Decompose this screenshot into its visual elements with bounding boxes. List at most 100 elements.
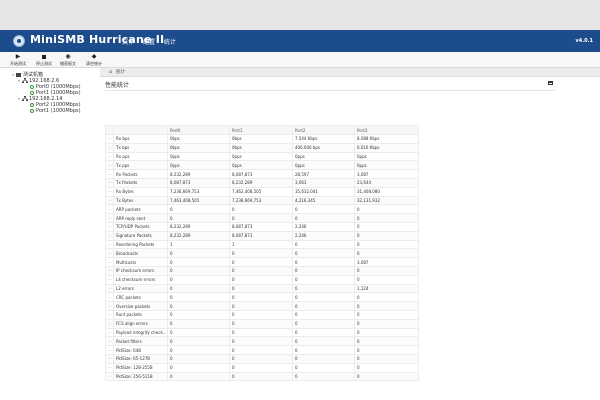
home-icon[interactable]: ⌂ — [109, 69, 112, 75]
row-handle-icon[interactable]: ⋯ — [105, 257, 114, 267]
row-label: Runt packets — [113, 309, 168, 320]
table-row: ⋯ Rx Packets 8,232,289 8,087,873 28,597 3,087 — [105, 169, 419, 179]
table-cell: 0 — [229, 301, 293, 311]
table-cell: 8,087,873 — [229, 221, 293, 232]
table-cell: 0 — [229, 309, 293, 320]
clear-stats-button[interactable]: ◆ 清空统计 — [81, 52, 107, 67]
table-cell: 0 — [354, 336, 419, 347]
logo-icon — [13, 35, 25, 47]
row-label: Tx Packets — [113, 177, 168, 188]
table-row: ⋯ Runt packets 0 0 0 0 — [105, 309, 419, 320]
table-cell: 0 — [354, 213, 419, 223]
column-header[interactable]: Port2 — [292, 125, 355, 135]
stop-test-button[interactable]: 停止测试 — [31, 52, 57, 67]
row-handle-icon[interactable]: ⋯ — [105, 371, 114, 382]
section-title: 性能统计 — [105, 82, 130, 89]
app-window: MiniSMB Hurricane II 文件 配置 统计 v4.0.1 ▶ 开… — [0, 30, 600, 400]
port-status-icon — [30, 90, 34, 95]
row-handle-icon[interactable]: ⋯ — [105, 134, 114, 144]
main-menu: 文件 配置 统计 — [122, 37, 183, 46]
table-cell: 0pps — [292, 151, 355, 162]
breadcrumb-item[interactable]: 统计 — [116, 69, 125, 75]
table-cell: 0 — [229, 345, 293, 355]
row-handle-icon[interactable]: ⋯ — [105, 327, 114, 338]
table-cell: 0 — [229, 353, 293, 364]
row-handle-icon[interactable]: ⋯ — [105, 362, 114, 373]
table-cell: 0 — [292, 248, 355, 259]
row-handle-icon[interactable]: ⋯ — [105, 274, 114, 285]
table-row: ⋯ Rx bps 0bps 0bps 7.544 Kbps 8.088 Kbps — [105, 134, 419, 144]
table-cell: 0 — [229, 327, 293, 338]
row-handle-icon[interactable]: ⋯ — [105, 309, 114, 320]
start-test-button[interactable]: ▶ 开始测试 — [5, 52, 31, 67]
row-handle-icon[interactable]: ⋯ — [105, 151, 114, 162]
row-handle-icon[interactable]: ⋯ — [105, 318, 114, 329]
table-cell: 0 — [229, 283, 293, 294]
row-label: Broadcasts — [113, 248, 168, 259]
table-row: ⋯ PktSize: 256-511B 0 0 0 0 — [105, 371, 419, 382]
row-handle-icon[interactable]: ⋯ — [105, 283, 114, 294]
row-label: Tx pps — [113, 160, 168, 171]
row-label: Signature Packets — [113, 230, 168, 241]
table-row: ⋯ Rx pps 0pps 0pps 0pps 0pps — [105, 151, 419, 162]
row-handle-icon[interactable]: ⋯ — [105, 345, 114, 355]
row-handle-icon[interactable]: ⋯ — [105, 142, 114, 153]
table-cell: 8,087,873 — [167, 177, 230, 188]
table-cell: 0 — [292, 265, 355, 276]
table-cell: 0 — [229, 265, 293, 276]
row-handle-icon[interactable]: ⋯ — [105, 265, 114, 276]
table-cell: 0 — [167, 336, 230, 347]
table-cell: 0 — [292, 292, 355, 303]
menu-config[interactable]: 配置 — [143, 39, 155, 46]
capture-packets-button[interactable]: ◉ 捕获报文 — [55, 52, 81, 67]
table-cell: 0pps — [229, 151, 293, 162]
table-row: ⋯ Reordering Packets 1 1 0 0 — [105, 239, 419, 250]
row-handle-icon[interactable]: ⋯ — [105, 204, 114, 215]
window-icon[interactable] — [548, 81, 553, 85]
row-handle-icon[interactable]: ⋯ — [105, 239, 114, 250]
row-handle-icon[interactable]: ⋯ — [105, 177, 114, 188]
row-handle-icon[interactable]: ⋯ — [105, 221, 114, 232]
table-cell: 4,216,345 — [292, 195, 355, 206]
table-cell: 7,463,408,505 — [167, 195, 230, 206]
table-cell: 0 — [354, 371, 419, 382]
row-handle-icon[interactable]: ⋯ — [105, 230, 114, 241]
table-cell: 0pps — [354, 160, 419, 171]
table-cell: 0 — [292, 239, 355, 250]
table-cell: 7.544 Kbps — [292, 134, 355, 144]
menu-stats[interactable]: 统计 — [164, 39, 176, 46]
row-label: Rx Bytes — [113, 186, 168, 197]
table-cell: 0 — [167, 292, 230, 303]
table-cell: 8,232,289 — [167, 221, 230, 232]
table-row: ⋯ Tx Bytes 7,463,408,505 7,238,669,753 4,216… — [105, 195, 419, 206]
row-handle-icon[interactable]: ⋯ — [105, 195, 114, 206]
table-cell: 0bps — [229, 134, 293, 144]
table-cell: 8,232,289 — [229, 177, 293, 188]
row-label: TCP/UDP Packets — [113, 221, 168, 232]
table-cell: 0 — [167, 309, 230, 320]
table-cell: 0 — [167, 204, 230, 215]
row-handle-icon[interactable]: ⋯ — [105, 336, 114, 347]
row-handle-icon[interactable]: ⋯ — [105, 169, 114, 179]
row-handle-icon[interactable]: ⋯ — [105, 213, 114, 223]
table-cell: 0 — [167, 248, 230, 259]
row-handle-icon[interactable]: ⋯ — [105, 248, 114, 259]
row-handle-icon[interactable]: ⋯ — [105, 186, 114, 197]
row-handle-icon[interactable]: ⋯ — [105, 160, 114, 171]
table-row: ⋯ IP checksum errors 0 0 0 0 — [105, 265, 419, 276]
row-handle-icon[interactable]: ⋯ — [105, 301, 114, 311]
row-handle-icon[interactable]: ⋯ — [105, 353, 114, 364]
table-cell: 0pps — [292, 160, 355, 171]
tree-port-3[interactable]: Port1 (1000Mbps) — [30, 108, 81, 114]
chassis-icon — [16, 72, 21, 77]
column-header[interactable]: Port3 — [354, 125, 419, 135]
menu-file[interactable]: 文件 — [122, 39, 134, 46]
column-header[interactable]: Port0 — [167, 125, 230, 135]
eye-icon: ◉ — [65, 53, 71, 60]
device-tree: ▿ 测试机箱 ▿ 192.168.2.6 Port0 (1000Mbps) Port… — [0, 68, 100, 400]
row-handle-icon[interactable]: ⋯ — [105, 292, 114, 303]
row-label: Rx Packets — [113, 169, 168, 179]
table-cell: 0 — [354, 318, 419, 329]
column-header[interactable]: Port1 — [229, 125, 293, 135]
table-cell: 0 — [354, 248, 419, 259]
